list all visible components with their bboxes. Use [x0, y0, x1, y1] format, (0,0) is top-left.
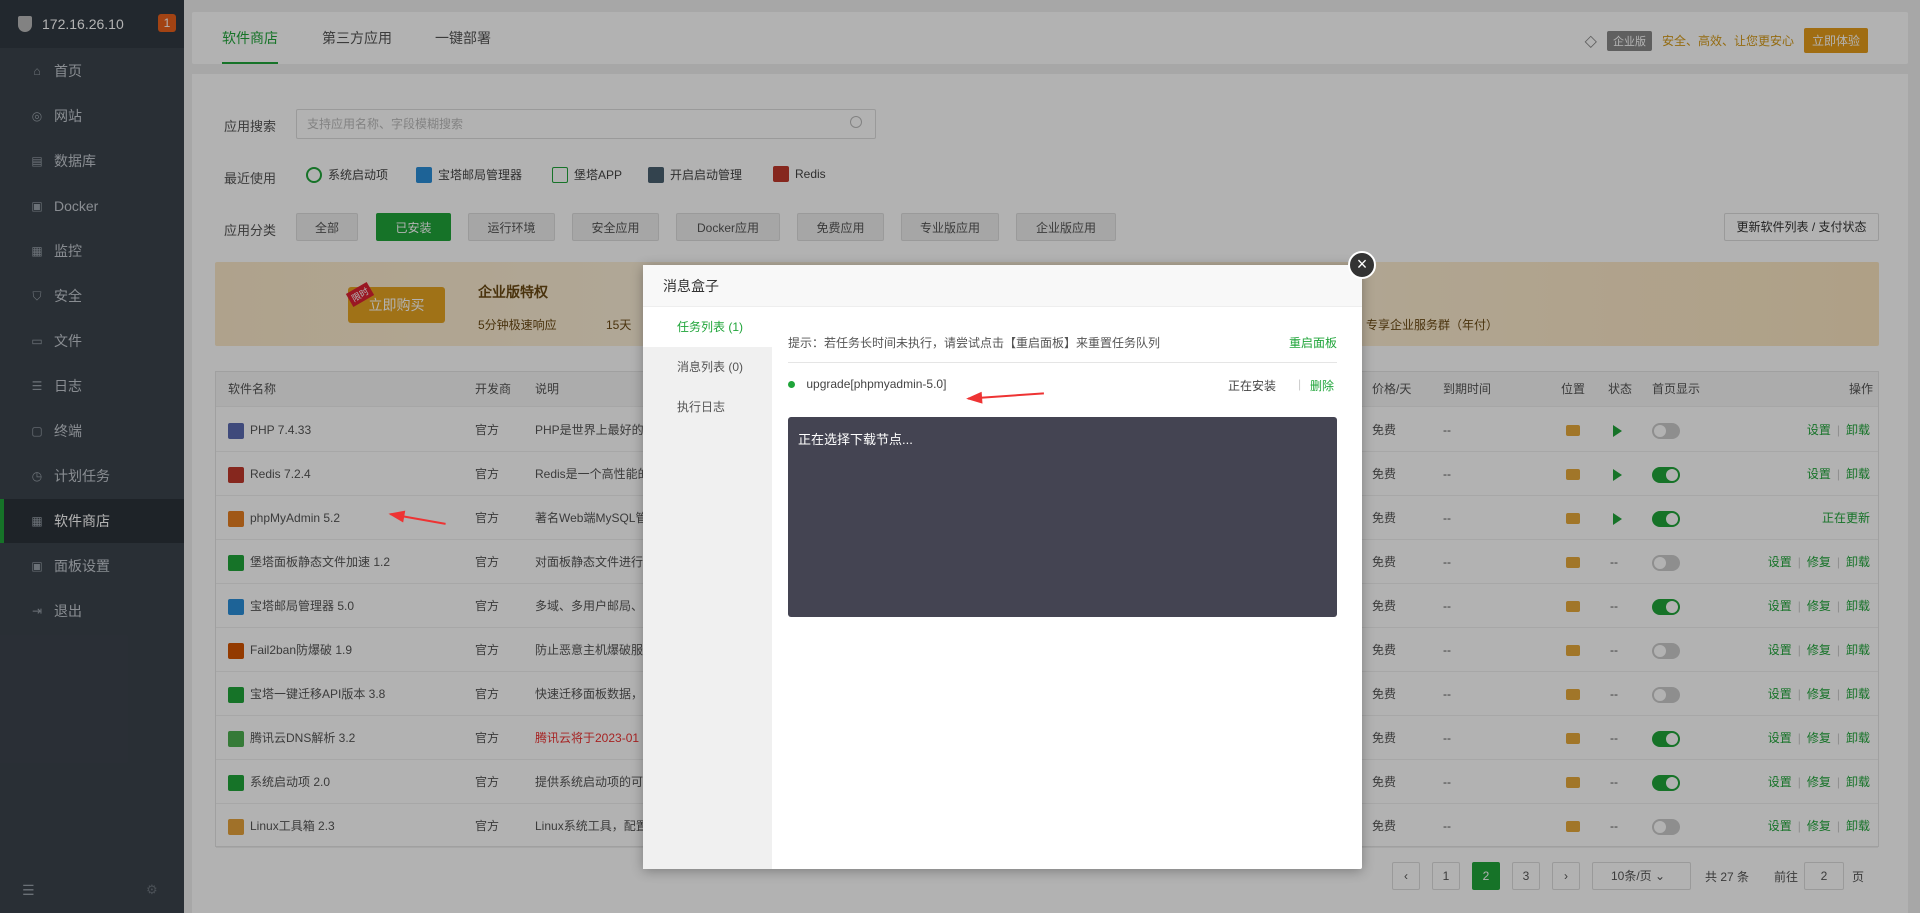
- task-item: upgrade[phpmyadmin-5.0] 正在安装 | 删除: [788, 377, 1337, 394]
- divider: |: [1298, 377, 1302, 391]
- modal-close-icon[interactable]: ×: [1348, 251, 1376, 279]
- side-task-list[interactable]: 任务列表 (1): [643, 307, 772, 347]
- task-hint: 提示：若任务长时间未执行，请尝试点击【重启面板】来重置任务队列: [788, 336, 1161, 350]
- modal-side-menu: 任务列表 (1) 消息列表 (0) 执行日志: [643, 307, 772, 869]
- task-delete-link[interactable]: 删除: [1310, 377, 1334, 394]
- status-dot-icon: [788, 381, 795, 389]
- side-exec-log[interactable]: 执行日志: [643, 387, 772, 427]
- modal-title: 消息盒子: [643, 265, 1362, 307]
- message-box-modal: 消息盒子 任务列表 (1) 消息列表 (0) 执行日志 提示：若任务长时间未执行…: [643, 265, 1362, 869]
- task-status: 正在安装: [1228, 379, 1277, 393]
- task-name: upgrade[phpmyadmin-5.0]: [806, 377, 947, 391]
- divider: [788, 362, 1337, 363]
- restart-panel-link[interactable]: 重启面板: [1289, 334, 1337, 351]
- side-message-list[interactable]: 消息列表 (0): [643, 347, 772, 387]
- install-console: 正在选择下载节点...: [788, 417, 1337, 617]
